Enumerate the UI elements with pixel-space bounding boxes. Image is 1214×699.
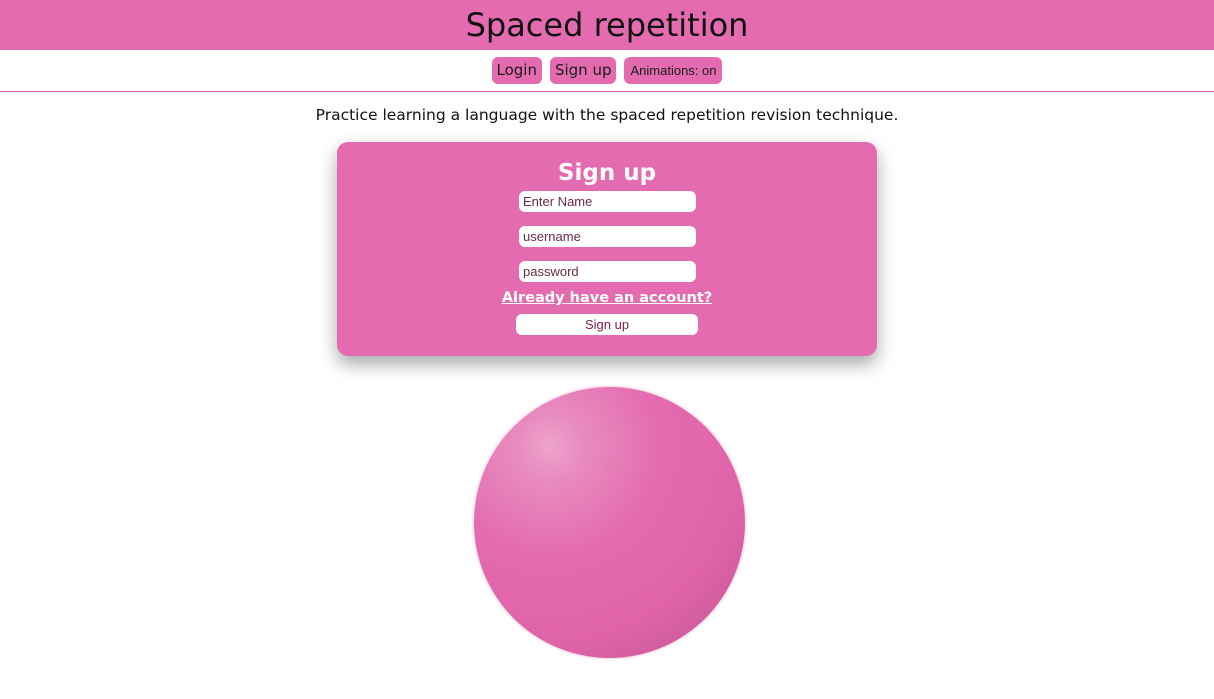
- password-field[interactable]: [519, 261, 696, 282]
- nav-bar: Login Sign up Animations: on: [0, 50, 1214, 92]
- decorative-sphere: [474, 387, 745, 658]
- login-link[interactable]: Already have an account?: [337, 290, 877, 306]
- animations-toggle-button[interactable]: Animations: on: [624, 57, 723, 84]
- username-field[interactable]: [519, 226, 696, 247]
- signup-submit-button[interactable]: Sign up: [516, 314, 698, 335]
- tagline: Practice learning a language with the sp…: [315, 106, 899, 124]
- app-title: Spaced repetition: [465, 6, 749, 44]
- login-button[interactable]: Login: [491, 57, 542, 84]
- signup-title: Sign up: [557, 160, 657, 186]
- app-header: Spaced repetition: [0, 0, 1214, 50]
- signup-card: Sign up Already have an account? Sign up: [337, 142, 877, 356]
- signup-nav-button[interactable]: Sign up: [549, 57, 617, 84]
- name-field[interactable]: [519, 191, 696, 212]
